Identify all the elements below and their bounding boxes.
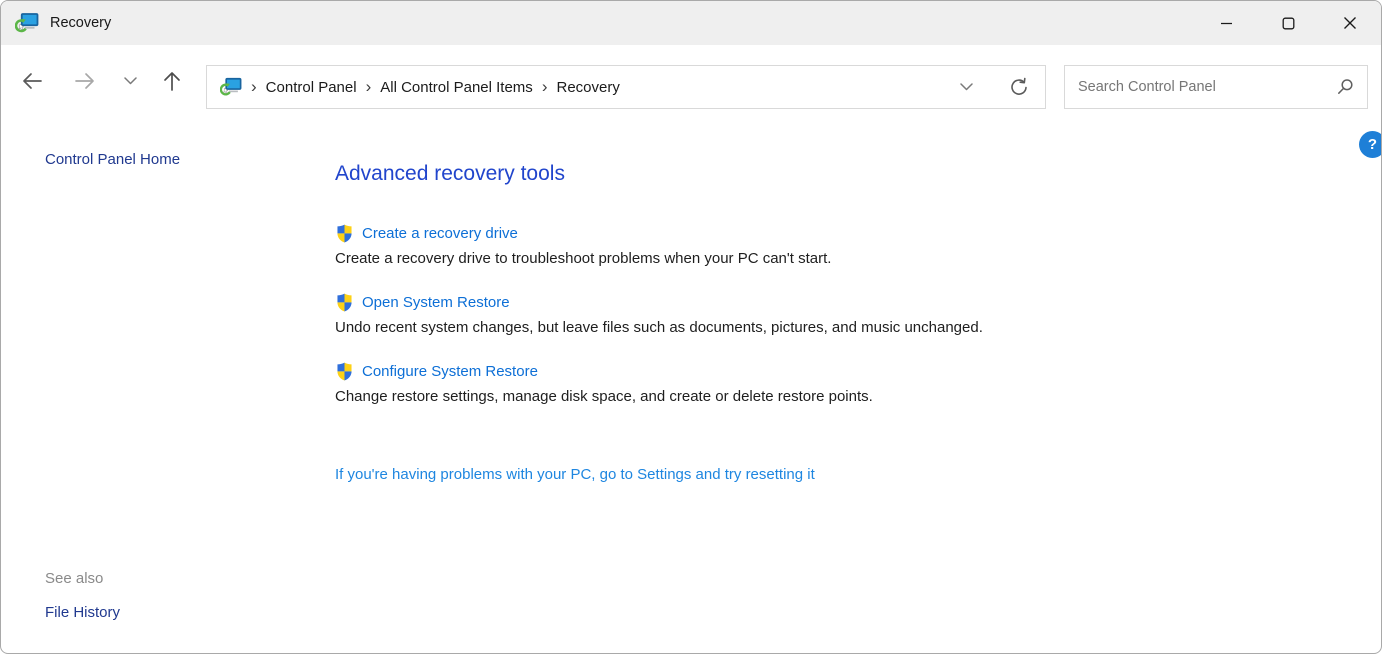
search-box — [1064, 65, 1368, 109]
configure-system-restore-link[interactable]: Configure System Restore — [335, 361, 1255, 382]
forward-button[interactable] — [67, 45, 101, 117]
minimize-button[interactable] — [1195, 1, 1257, 45]
tool-description: Create a recovery drive to troubleshoot … — [335, 249, 1255, 269]
recovery-window: Recovery — [0, 0, 1382, 654]
tool-description: Change restore settings, manage disk spa… — [335, 387, 1255, 407]
breadcrumb-separator: › — [251, 78, 257, 95]
uac-shield-icon — [335, 223, 354, 244]
tool-open-system-restore: Open System Restore Undo recent system c… — [335, 292, 1255, 338]
window-title: Recovery — [50, 15, 111, 31]
tool-link-label[interactable]: Configure System Restore — [362, 361, 538, 382]
address-dropdown-button[interactable] — [960, 83, 973, 91]
chevron-down-icon — [960, 83, 973, 91]
tool-create-recovery-drive: Create a recovery drive Create a recover… — [335, 223, 1255, 269]
recent-locations-button[interactable] — [117, 45, 143, 117]
breadcrumb-recovery[interactable]: Recovery — [556, 79, 619, 96]
tool-description: Undo recent system changes, but leave fi… — [335, 318, 1255, 338]
maximize-icon — [1282, 17, 1295, 30]
recovery-icon — [15, 11, 39, 35]
breadcrumb-separator: › — [542, 78, 548, 95]
uac-shield-icon — [335, 361, 354, 382]
refresh-button[interactable] — [1009, 77, 1029, 97]
window-controls — [1195, 1, 1381, 45]
close-button[interactable] — [1319, 1, 1381, 45]
tool-link-label[interactable]: Create a recovery drive — [362, 223, 518, 244]
maximize-button[interactable] — [1257, 1, 1319, 45]
refresh-icon — [1009, 77, 1029, 97]
title-bar: Recovery — [1, 1, 1381, 45]
sidebar-item-control-panel-home[interactable]: Control Panel Home — [45, 151, 180, 168]
tool-configure-system-restore: Configure System Restore Change restore … — [335, 361, 1255, 407]
uac-shield-icon — [335, 292, 354, 313]
back-button[interactable] — [15, 45, 49, 117]
main-content: Advanced recovery tools Create a recover… — [335, 161, 1255, 484]
forward-arrow-icon — [74, 72, 95, 90]
back-arrow-icon — [22, 72, 43, 90]
close-icon — [1343, 16, 1357, 30]
recovery-icon — [220, 76, 242, 98]
help-question-icon: ? — [1368, 136, 1377, 153]
search-input[interactable] — [1065, 79, 1336, 95]
page-title: Advanced recovery tools — [335, 161, 1255, 187]
help-button[interactable]: ? — [1359, 131, 1382, 158]
breadcrumb-separator: › — [366, 78, 372, 95]
sidebar-item-file-history[interactable]: File History — [45, 604, 120, 621]
search-button[interactable] — [1336, 78, 1354, 96]
chevron-down-icon — [124, 77, 137, 85]
tool-link-label[interactable]: Open System Restore — [362, 292, 510, 313]
breadcrumb-control-panel[interactable]: Control Panel — [266, 79, 357, 96]
see-also-heading: See also — [45, 570, 103, 587]
up-arrow-icon — [163, 71, 181, 92]
reset-pc-settings-link[interactable]: If you're having problems with your PC, … — [335, 466, 815, 483]
up-button[interactable] — [155, 45, 189, 117]
navigation-bar: › Control Panel › All Control Panel Item… — [1, 45, 1381, 117]
address-bar[interactable]: › Control Panel › All Control Panel Item… — [206, 65, 1046, 109]
minimize-icon — [1220, 17, 1233, 30]
search-icon — [1336, 78, 1354, 96]
open-system-restore-link[interactable]: Open System Restore — [335, 292, 1255, 313]
breadcrumb-all-control-panel-items[interactable]: All Control Panel Items — [380, 79, 533, 96]
create-recovery-drive-link[interactable]: Create a recovery drive — [335, 223, 1255, 244]
